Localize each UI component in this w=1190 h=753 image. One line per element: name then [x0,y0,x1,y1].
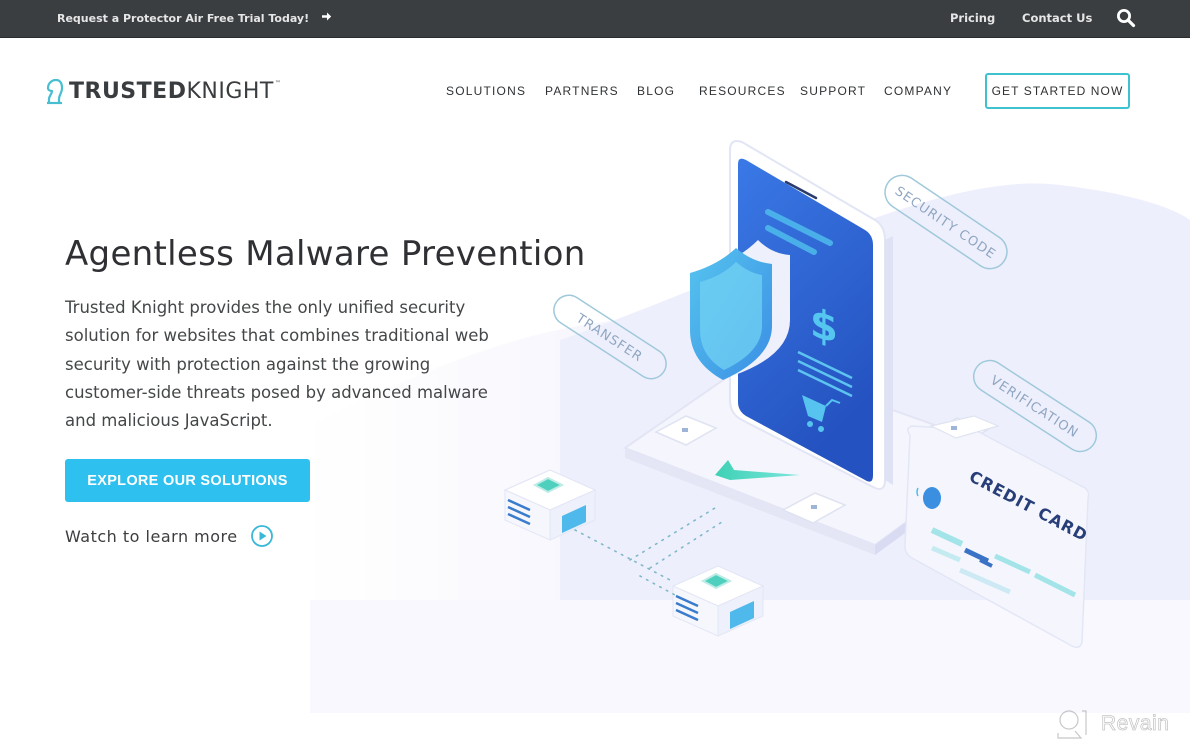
security-code-label: SECURITY CODE [892,184,999,263]
logo-text-trusted: TRUSTED [69,78,187,104]
revain-watermark-text: Revain [1101,712,1170,736]
pricing-link[interactable]: Pricing [950,11,995,25]
get-started-button[interactable]: GET STARTED NOW [985,73,1130,109]
server-box [671,565,765,637]
nav-company[interactable]: COMPANY [884,84,952,98]
hero-description-line: and malicious JavaScript. [65,411,273,431]
security-code-tag: SECURITY CODE [884,174,1008,270]
nav-blog[interactable]: BLOG [637,84,675,98]
transfer-tag: TRANSFER [553,294,667,380]
trusted-knight-logo[interactable]: TRUSTED KNIGHT ™ [45,77,281,105]
logo-text-knight: KNIGHT [186,78,274,104]
nav-resources[interactable]: RESOURCES [699,84,786,98]
hero-illustration: $ SECURITY CODE TRANSFER VERIFICATION CR… [503,140,1098,649]
hero-description-line: customer-side threats posed by advanced … [65,382,488,402]
revain-watermark: Revain [1055,707,1169,741]
revain-logo-icon [1057,710,1087,739]
credit-card: CREDIT CARD [904,415,1091,649]
hero-description: Trusted Knight provides the only unified… [65,294,525,435]
nav-partners[interactable]: PARTNERS [545,84,619,98]
nav-support[interactable]: SUPPORT [800,84,866,98]
explore-solutions-button[interactable]: EXPLORE OUR SOLUTIONS [65,459,310,502]
search-button[interactable] [1116,8,1136,28]
contact-us-link[interactable]: Contact Us [1022,11,1092,25]
play-circle-icon [250,525,273,547]
top-announcement-bar: Request a Protector Air Free Trial Today… [0,0,1190,38]
arrow-right-icon [321,11,332,25]
watch-video-link[interactable]: Watch to learn more [65,524,274,548]
nav-solutions[interactable]: SOLUTIONS [446,84,526,98]
search-icon [1117,9,1136,28]
page-bottom [0,713,1190,753]
knight-chess-icon [46,78,64,105]
watch-label: Watch to learn more [65,526,238,546]
free-trial-text: Request a Protector Air Free Trial Today… [57,11,310,25]
free-trial-link[interactable]: Request a Protector Air Free Trial Today… [57,11,332,25]
hero-description-line: Trusted Knight provides the only unified… [65,298,466,317]
hero-description-line: security with protection against the gro… [65,354,431,374]
trademark-symbol: ™ [274,79,281,87]
server-box [503,469,597,541]
currency-symbol: $ [810,298,838,353]
hero-description-line: solution for websites that combines trad… [65,326,489,346]
